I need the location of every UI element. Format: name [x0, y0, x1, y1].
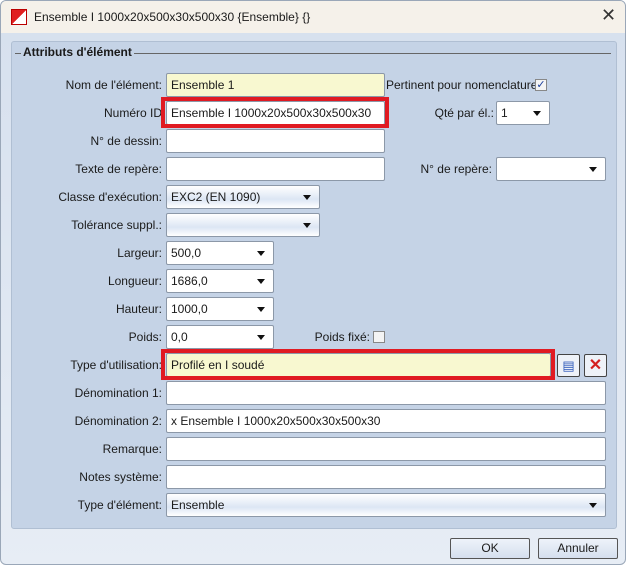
notes-label: Notes système:	[79, 470, 162, 484]
longueur-select[interactable]: 1686,0	[166, 269, 274, 293]
qte-label: Qté par él.:	[434, 106, 494, 120]
close-icon[interactable]: ✕	[601, 5, 616, 26]
denom1-label: Dénomination 1:	[74, 386, 162, 400]
poids-fixe-label: Poids fixé:	[314, 330, 370, 344]
classe-label: Classe d'exécution:	[58, 190, 162, 204]
repere-no-label: N° de repère:	[420, 162, 492, 176]
remarque-label: Remarque:	[102, 442, 162, 456]
utilisation-label: Type d'utilisation:	[70, 358, 162, 372]
nom-label: Nom de l'élément:	[65, 78, 162, 92]
nom-input[interactable]: Ensemble 1	[166, 73, 385, 97]
numero-label: Numéro ID	[103, 106, 162, 120]
tolerance-label: Tolérance suppl.:	[71, 218, 162, 232]
longueur-label: Longueur:	[107, 274, 162, 288]
dessin-label: N° de dessin:	[90, 134, 162, 148]
largeur-select[interactable]: 500,0	[166, 241, 274, 265]
delete-icon[interactable]: ✕	[584, 354, 607, 377]
type-element-select[interactable]: Ensemble	[166, 493, 606, 517]
classe-select[interactable]: EXC2 (EN 1090)	[166, 185, 320, 209]
largeur-label: Largeur:	[117, 246, 162, 260]
cancel-button[interactable]: Annuler	[538, 538, 618, 559]
poids-fixe-checkbox[interactable]	[373, 331, 385, 343]
title-bar: Ensemble I 1000x20x500x30x500x30 {Ensemb…	[1, 1, 625, 33]
ok-button[interactable]: OK	[450, 538, 530, 559]
app-icon	[11, 9, 27, 25]
group-legend: Attributs d'élément	[21, 45, 134, 59]
dialog-window: Ensemble I 1000x20x500x30x500x30 {Ensemb…	[0, 0, 626, 565]
repere-no-select[interactable]	[496, 157, 606, 181]
qte-select[interactable]: 1	[496, 101, 550, 125]
pertinent-label: Pertinent pour nomenclature	[386, 78, 538, 92]
tolerance-select[interactable]	[166, 213, 320, 237]
repere-texte-label: Texte de repère:	[75, 162, 162, 176]
window-title: Ensemble I 1000x20x500x30x500x30 {Ensemb…	[34, 10, 311, 24]
notes-input[interactable]	[166, 465, 606, 489]
dessin-input[interactable]	[166, 129, 385, 153]
pertinent-checkbox[interactable]: ✓	[535, 79, 547, 91]
catalog-icon[interactable]: ▤	[557, 354, 580, 377]
hauteur-select[interactable]: 1000,0	[166, 297, 274, 321]
denom1-input[interactable]	[166, 381, 606, 405]
remarque-input[interactable]	[166, 437, 606, 461]
denom2-input[interactable]: x Ensemble I 1000x20x500x30x500x30	[166, 409, 606, 433]
type-element-label: Type d'élément:	[77, 498, 162, 512]
poids-label: Poids:	[128, 330, 162, 344]
denom2-label: Dénomination 2:	[74, 414, 162, 428]
highlight-box	[161, 349, 555, 380]
hauteur-label: Hauteur:	[115, 302, 162, 316]
